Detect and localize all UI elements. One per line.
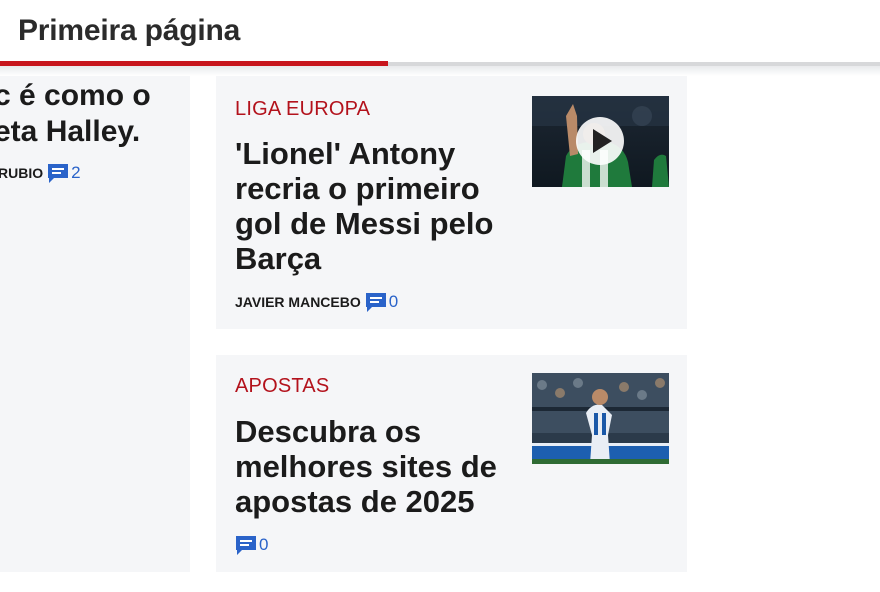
section-header: Primeira página bbox=[0, 0, 880, 62]
comment-count[interactable]: 0 bbox=[389, 292, 398, 312]
header-shadow bbox=[0, 66, 880, 76]
section-title: Primeira página bbox=[18, 14, 241, 47]
article-card-partial[interactable]: c é como o eta Halley. RUBIO 2 bbox=[0, 76, 190, 572]
comment-count[interactable]: 2 bbox=[71, 163, 80, 183]
comment-icon[interactable] bbox=[47, 162, 69, 184]
article-meta: JAVIER MANCEBO 0 bbox=[235, 291, 398, 313]
comment-icon[interactable] bbox=[365, 291, 387, 313]
comment-icon[interactable] bbox=[235, 534, 257, 556]
article-category[interactable]: APOSTAS bbox=[235, 375, 329, 398]
article-meta: 0 bbox=[235, 534, 268, 556]
page: Primeira página c é como o eta Halley. R… bbox=[0, 0, 880, 592]
headline-line[interactable]: eta Halley. bbox=[0, 114, 194, 150]
article-headline[interactable]: c é como o eta Halley. bbox=[0, 78, 194, 150]
author-name[interactable]: JAVIER MANCEBO bbox=[235, 294, 361, 310]
article-meta: RUBIO 2 bbox=[0, 162, 81, 184]
article-card[interactable]: LIGA EUROPA 'Lionel' Antony recria o pri… bbox=[216, 76, 687, 329]
article-headline[interactable]: Descubra os melhores sites de apostas de… bbox=[235, 414, 515, 519]
article-headline[interactable]: 'Lionel' Antony recria o primeiro gol de… bbox=[235, 136, 510, 276]
comment-count[interactable]: 0 bbox=[259, 535, 268, 555]
headline-line[interactable]: c é como o bbox=[0, 78, 194, 114]
article-card[interactable]: APOSTAS Descubra os melhores sites de ap… bbox=[216, 355, 687, 572]
author-name[interactable]: RUBIO bbox=[0, 165, 43, 181]
article-thumbnail[interactable] bbox=[532, 373, 669, 464]
article-thumbnail[interactable] bbox=[532, 96, 669, 187]
article-category[interactable]: LIGA EUROPA bbox=[235, 98, 370, 121]
